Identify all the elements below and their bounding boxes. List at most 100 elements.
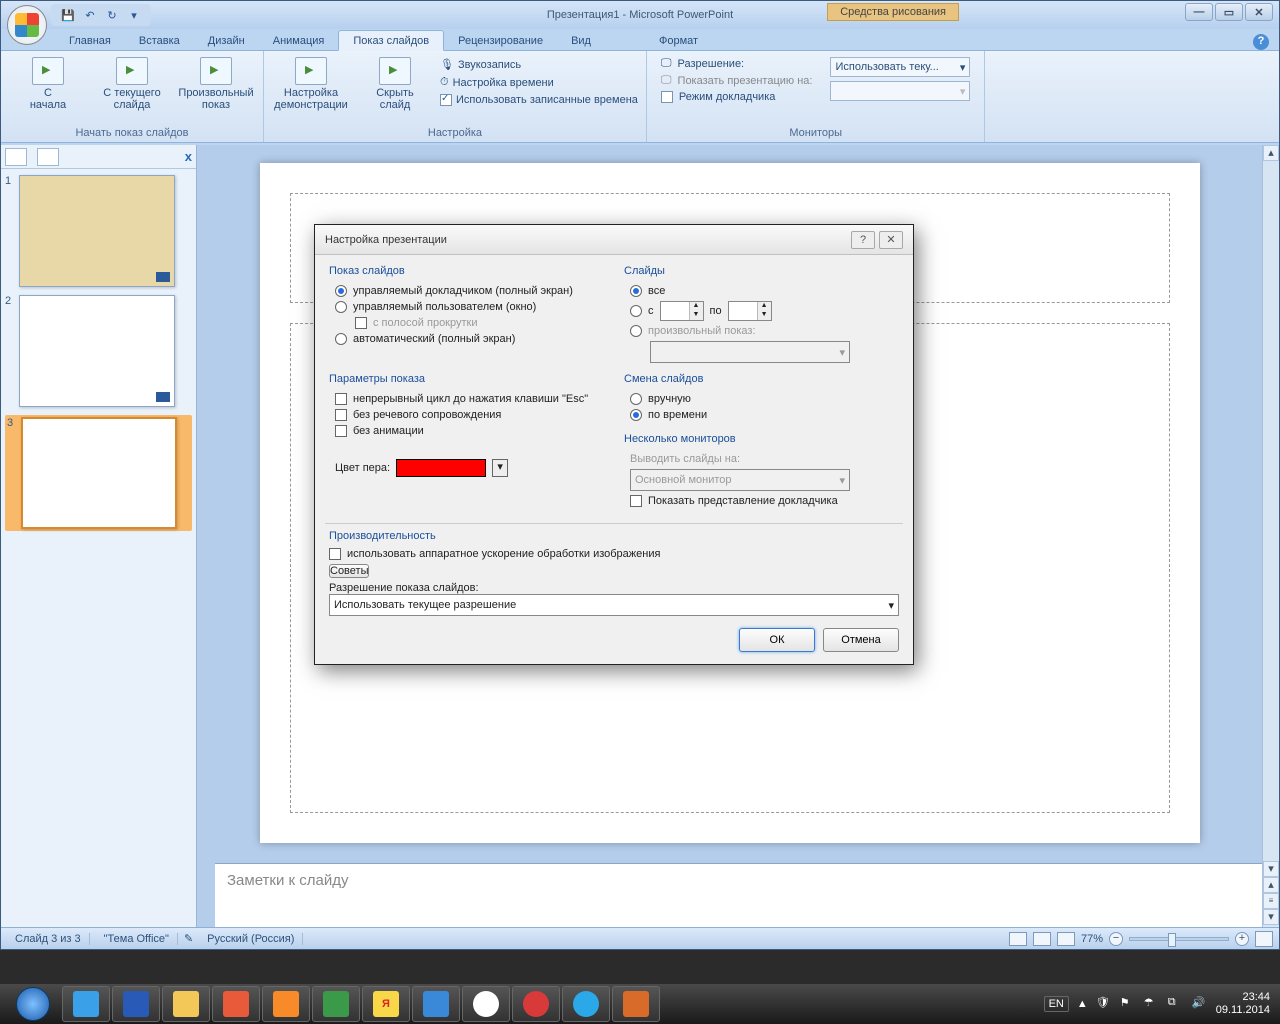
scroll-up-icon[interactable]: ▴ (1263, 145, 1279, 161)
radio-presenter[interactable]: управляемый докладчиком (полный экран) (329, 283, 604, 299)
screen-icon: 🖵 (661, 74, 672, 87)
outline-tab[interactable] (37, 148, 59, 166)
pen-color-dropdown[interactable]: ▾ (492, 459, 508, 477)
chevron-down-icon: ▾ (960, 61, 966, 74)
resolution-dropdown[interactable]: Использовать теку...▾ (830, 57, 970, 77)
taskbar-explorer[interactable] (162, 986, 210, 1022)
taskbar-app3[interactable] (462, 986, 510, 1022)
language-status[interactable]: Русский (Россия) (199, 933, 303, 945)
record-narration-button[interactable]: 🎙Звукозапись (440, 57, 638, 72)
redo-icon[interactable]: ↻ (103, 6, 121, 24)
tab-design[interactable]: Дизайн (194, 31, 259, 50)
tray-volume-icon[interactable]: 🔊 (1192, 996, 1208, 1012)
taskbar-word[interactable] (112, 986, 160, 1022)
zoom-level[interactable]: 77% (1081, 933, 1103, 945)
tab-view[interactable]: Вид (557, 31, 605, 50)
dialog-titlebar[interactable]: Настройка презентации ? ✕ (315, 225, 913, 255)
radio-manual[interactable]: вручную (624, 391, 899, 407)
to-spin[interactable]: ▲▼ (728, 301, 772, 321)
radio-browsed[interactable]: управляемый пользователем (окно) (329, 299, 604, 315)
slideshow-view-button[interactable] (1057, 932, 1075, 946)
zoom-slider[interactable] (1129, 937, 1229, 941)
spellcheck-icon[interactable]: ✎ (184, 932, 193, 945)
taskbar-powerpoint[interactable] (612, 986, 660, 1022)
start-button[interactable] (6, 985, 60, 1023)
close-button[interactable]: ✕ (1245, 3, 1273, 21)
slides-tab[interactable] (5, 148, 27, 166)
normal-view-button[interactable] (1009, 932, 1027, 946)
tab-format[interactable]: Формат (645, 31, 712, 50)
sorter-view-button[interactable] (1033, 932, 1051, 946)
from-current-button[interactable]: С текущего слайда (93, 55, 171, 126)
tips-button[interactable]: Советы (329, 564, 369, 578)
tray-flag-icon[interactable]: ⚑ (1120, 996, 1136, 1012)
tab-review[interactable]: Рецензирование (444, 31, 557, 50)
setup-show-button[interactable]: Настройка демонстрации (272, 55, 350, 126)
group-label-setup: Настройка (272, 126, 638, 140)
radio-kiosk[interactable]: автоматический (полный экран) (329, 331, 604, 347)
slide-thumb-2[interactable]: 2 (5, 295, 192, 407)
tab-home[interactable]: Главная (55, 31, 125, 50)
tab-insert[interactable]: Вставка (125, 31, 194, 50)
presenter-view-checkbox[interactable]: Режим докладчика (661, 91, 813, 103)
check-no-animation[interactable]: без анимации (329, 423, 604, 439)
taskbar-app1[interactable] (212, 986, 260, 1022)
office-button[interactable] (7, 5, 47, 45)
tab-slideshow[interactable]: Показ слайдов (338, 30, 444, 51)
panel-close-icon[interactable]: x (185, 149, 192, 164)
qat-more-icon[interactable]: ▾ (125, 6, 143, 24)
notes-pane[interactable]: Заметки к слайду (215, 863, 1262, 927)
slide-thumb-3[interactable]: 3 (5, 415, 192, 531)
check-presenter-view[interactable]: Показать представление докладчика (624, 493, 899, 509)
zoom-in-button[interactable]: + (1235, 932, 1249, 946)
tray-antivirus-icon[interactable]: ☂ (1144, 996, 1160, 1012)
next-slide-icon[interactable]: ▾ (1263, 909, 1279, 925)
hide-slide-button[interactable]: Скрыть слайд (356, 55, 434, 126)
status-bar: Слайд 3 из 3 "Тема Office" ✎ Русский (Ро… (1, 927, 1279, 949)
rehearse-timings-button[interactable]: ⏱Настройка времени (440, 75, 638, 90)
taskbar-opera[interactable] (512, 986, 560, 1022)
radio-timings[interactable]: по времени (624, 407, 899, 423)
tray-clock[interactable]: 23:4409.11.2014 (1216, 991, 1274, 1017)
custom-show-button[interactable]: Произвольный показ (177, 55, 255, 126)
radio-all-slides[interactable]: все (624, 283, 899, 299)
check-hw-accel[interactable]: использовать аппаратное ускорение обрабо… (329, 548, 899, 560)
radio-range[interactable]: с ▲▼ по ▲▼ (624, 299, 899, 323)
minimize-button[interactable]: — (1185, 3, 1213, 21)
tab-animation[interactable]: Анимация (259, 31, 339, 50)
check-no-narration[interactable]: без речевого сопровождения (329, 407, 604, 423)
dialog-close-button[interactable]: ✕ (879, 231, 903, 249)
monitor-dropdown: Основной монитор▾ (630, 469, 850, 491)
use-timings-checkbox[interactable]: Использовать записанные времена (440, 93, 638, 107)
tray-shield-icon[interactable]: 🛡 (1096, 996, 1112, 1012)
tray-network-icon[interactable]: ⧉ (1168, 996, 1184, 1012)
taskbar-skype[interactable] (562, 986, 610, 1022)
save-icon[interactable]: 💾 (59, 6, 77, 24)
quick-access-toolbar: 💾 ↶ ↻ ▾ (51, 4, 151, 26)
help-icon[interactable]: ? (1253, 34, 1269, 50)
fit-to-window-button[interactable] (1255, 931, 1273, 947)
pen-color-swatch[interactable] (396, 459, 486, 477)
language-indicator[interactable]: EN (1044, 996, 1069, 1012)
from-spin[interactable]: ▲▼ (660, 301, 704, 321)
ok-button[interactable]: ОК (739, 628, 815, 652)
taskbar-app2[interactable] (412, 986, 460, 1022)
vertical-scrollbar[interactable]: ▴ ▾ ▴ ≡ ▾ (1262, 145, 1279, 927)
theme-name: "Тема Office" (96, 933, 178, 945)
cancel-button[interactable]: Отмена (823, 628, 899, 652)
zoom-out-button[interactable]: − (1109, 932, 1123, 946)
dialog-help-button[interactable]: ? (851, 231, 875, 249)
show-resolution-dropdown[interactable]: Использовать текущее разрешение▾ (329, 594, 899, 616)
maximize-button[interactable]: ▭ (1215, 3, 1243, 21)
taskbar-excel[interactable] (312, 986, 360, 1022)
taskbar-yandex[interactable]: Я (362, 986, 410, 1022)
check-loop[interactable]: непрерывный цикл до нажатия клавиши "Esc… (329, 391, 604, 407)
prev-slide-icon[interactable]: ▴ (1263, 877, 1279, 893)
slide-thumb-1[interactable]: 1 (5, 175, 192, 287)
taskbar-ie[interactable] (62, 986, 110, 1022)
scroll-down-icon[interactable]: ▾ (1263, 861, 1279, 877)
undo-icon[interactable]: ↶ (81, 6, 99, 24)
from-beginning-button[interactable]: С начала (9, 55, 87, 126)
clock-icon: ⏱ (440, 76, 449, 89)
taskbar-wmp[interactable] (262, 986, 310, 1022)
